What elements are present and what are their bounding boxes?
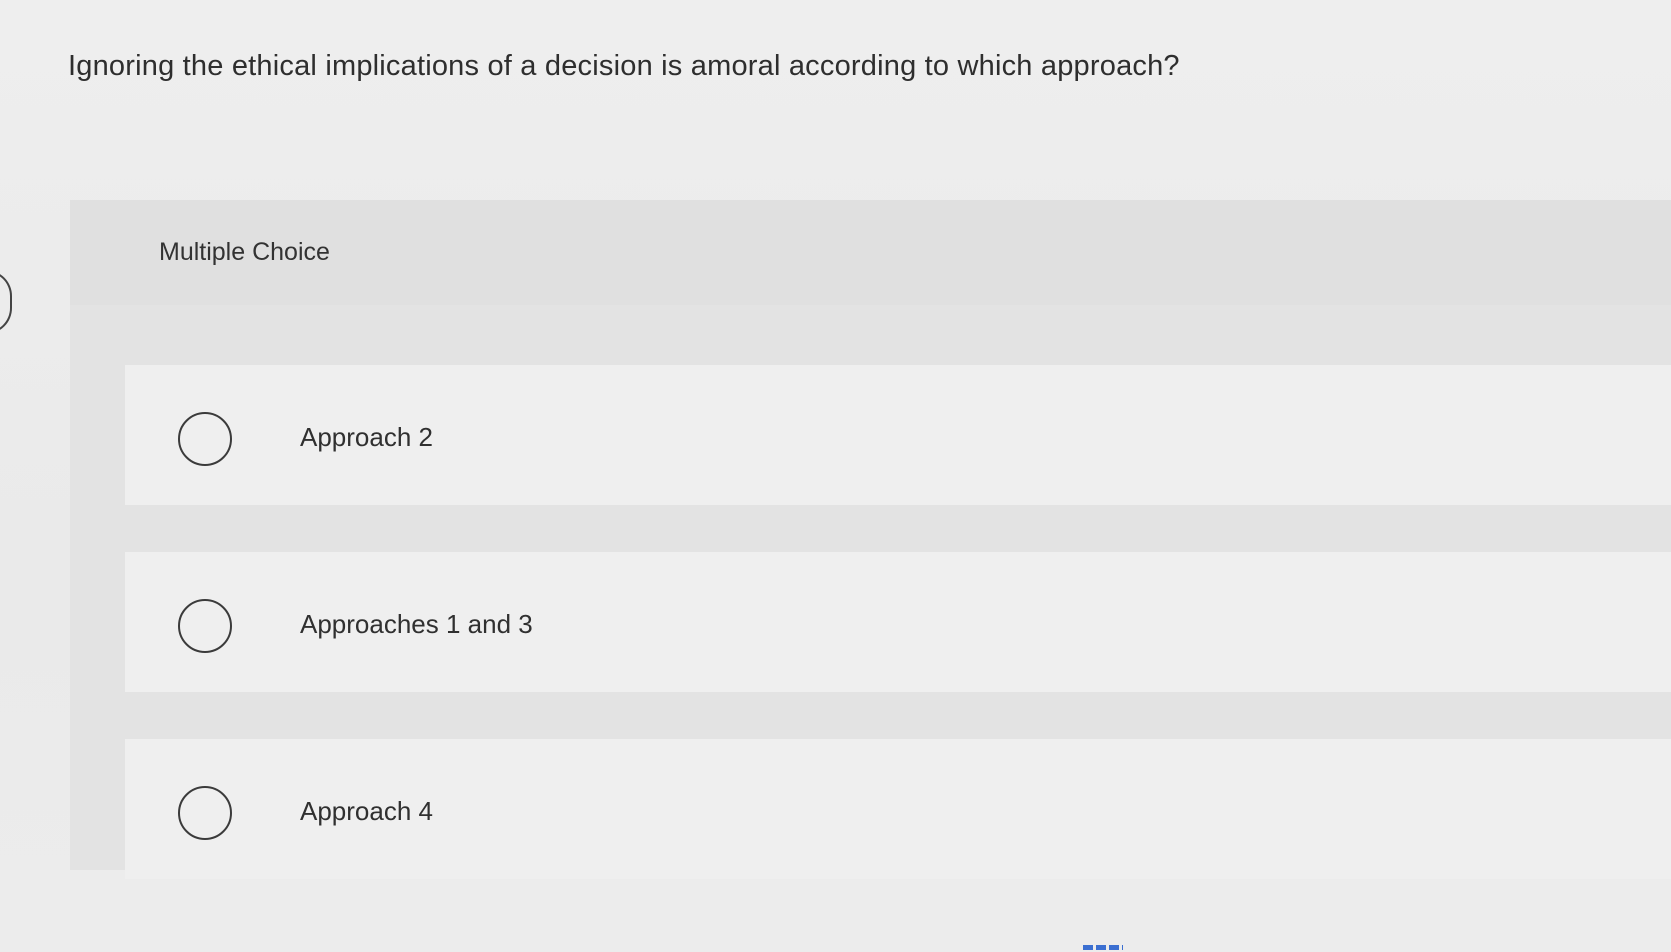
choice-label: Approach 4 <box>300 796 433 826</box>
radio-button[interactable] <box>178 786 232 840</box>
choice-list: Approach 2 Approaches 1 and 3 Approach 4 <box>125 365 1671 926</box>
choice-option-1[interactable]: Approach 2 <box>125 365 1671 505</box>
choice-label: Approach 2 <box>300 422 433 452</box>
page: Ignoring the ethical implications of a d… <box>0 0 1671 952</box>
left-edge-tab <box>0 270 12 334</box>
multiple-choice-panel: Multiple Choice Approach 2 Approaches 1 … <box>70 200 1671 879</box>
radio-button[interactable] <box>178 412 232 466</box>
question-type-label: Multiple Choice <box>159 238 330 266</box>
choice-option-2[interactable]: Approaches 1 and 3 <box>125 552 1671 692</box>
choice-option-3[interactable]: Approach 4 <box>125 739 1671 879</box>
radio-button[interactable] <box>178 599 232 653</box>
multiple-choice-header: Multiple Choice <box>70 200 1671 305</box>
question-text: Ignoring the ethical implications of a d… <box>68 50 1180 82</box>
focus-indicator <box>1083 945 1123 950</box>
choice-label: Approaches 1 and 3 <box>300 609 533 639</box>
